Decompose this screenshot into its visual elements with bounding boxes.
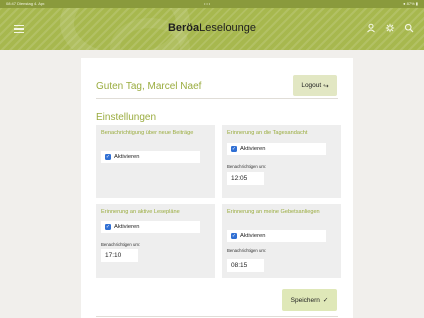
checkbox-checked-icon[interactable]: ✓ <box>231 233 237 239</box>
brand-light: Leselounge <box>199 22 257 34</box>
logout-button[interactable]: Logout ↪ <box>293 75 337 96</box>
save-button[interactable]: Speichern ✓ <box>282 289 337 311</box>
panel-daily-devotion: Erinnerung an die Tagesandacht ✓ Aktivie… <box>222 125 341 198</box>
settings-heading: Einstellungen <box>96 112 157 123</box>
battery-indicator: ● 87% ▮ <box>403 1 418 6</box>
time-input-reading-plans[interactable]: 17:10 <box>101 249 138 262</box>
checkbox-label: Aktivieren <box>240 233 266 239</box>
panel-title: Erinnerung an die Tagesandacht <box>227 130 308 136</box>
panel-title: Benachrichtigung über neue Beiträge <box>101 130 194 136</box>
activate-checkbox-daily-devotion[interactable]: ✓ Aktivieren <box>227 143 326 155</box>
top-navbar: BeröaLeselounge <box>0 8 424 50</box>
brand-bold: Beröa <box>167 22 200 34</box>
panel-prayer-requests: Erinnerung an meine Gebetsanliegen ✓ Akt… <box>222 204 341 278</box>
activate-checkbox-new-posts[interactable]: ✓ Aktivieren <box>101 151 200 163</box>
logout-label: Logout <box>301 82 322 89</box>
checkbox-checked-icon[interactable]: ✓ <box>105 224 111 230</box>
status-bar: 08:47 Dienstag 4. Apr. ••• ● 87% ▮ <box>0 0 424 8</box>
time-input-daily-devotion[interactable]: 12:05 <box>227 172 264 185</box>
status-dots: ••• <box>204 1 212 6</box>
panel-title: Erinnerung an meine Gebetsanliegen <box>227 209 320 215</box>
user-icon[interactable] <box>366 23 376 33</box>
activate-checkbox-prayer-requests[interactable]: ✓ Aktivieren <box>227 230 326 242</box>
checkbox-label: Aktivieren <box>114 224 140 230</box>
divider-bottom <box>96 316 338 317</box>
search-icon[interactable] <box>404 23 414 33</box>
notify-label: Benachrichtigen um: <box>101 242 141 247</box>
time-input-prayer-requests[interactable]: 08:15 <box>227 259 264 272</box>
save-label: Speichern <box>290 296 320 304</box>
notify-label: Benachrichtigen um: <box>227 164 267 169</box>
checkbox-label: Aktivieren <box>240 146 266 152</box>
logout-icon: ↪ <box>323 82 329 90</box>
app-title: BeröaLeselounge <box>0 22 424 34</box>
panel-new-posts: Benachrichtigung über neue Beiträge ✓ Ak… <box>96 125 215 198</box>
settings-icon[interactable] <box>385 23 395 33</box>
checkbox-checked-icon[interactable]: ✓ <box>105 154 111 160</box>
panel-reading-plans: Erinnerung an aktive Lesepläne ✓ Aktivie… <box>96 204 215 278</box>
settings-card: Guten Tag, Marcel Naef Logout ↪ Einstell… <box>81 58 353 318</box>
status-time: 08:47 Dienstag 4. Apr. <box>6 1 46 6</box>
panel-title: Erinnerung an aktive Lesepläne <box>101 209 180 215</box>
activate-checkbox-reading-plans[interactable]: ✓ Aktivieren <box>101 221 200 233</box>
checkbox-label: Aktivieren <box>114 154 140 160</box>
divider <box>96 98 338 99</box>
checkbox-checked-icon[interactable]: ✓ <box>231 146 237 152</box>
notify-label: Benachrichtigen um: <box>227 248 267 253</box>
checkmark-icon: ✓ <box>322 297 329 304</box>
greeting-text: Guten Tag, Marcel Naef <box>96 81 202 92</box>
